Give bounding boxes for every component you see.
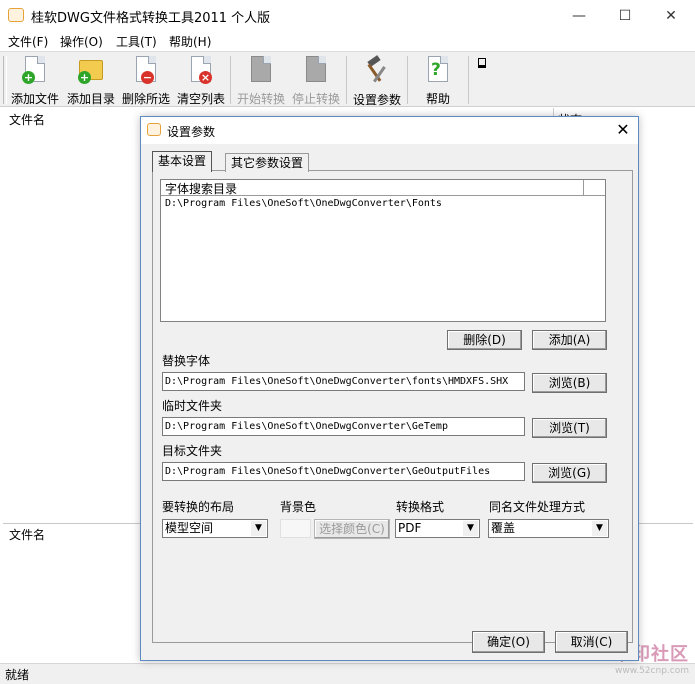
- stop-convert-icon: [302, 55, 330, 84]
- background-swatch: [280, 519, 311, 538]
- menu-operate[interactable]: 操作(O): [60, 33, 103, 50]
- delete-file-icon: −: [132, 55, 160, 84]
- status-text: 就绪: [5, 668, 30, 682]
- toolbar-grip: [3, 56, 7, 104]
- toolbar-separator: [468, 56, 469, 104]
- menu-file[interactable]: 文件(F): [8, 33, 48, 50]
- clear-list-button[interactable]: × 清空列表: [175, 55, 227, 107]
- start-convert-icon: [247, 55, 275, 84]
- temp-folder-input[interactable]: D:\Program Files\OneSoft\OneDwgConverter…: [162, 417, 525, 436]
- status-bar: [0, 663, 695, 684]
- tab-other-settings[interactable]: 其它参数设置: [225, 153, 310, 172]
- delete-selected-button[interactable]: − 删除所选: [120, 55, 172, 107]
- dialog-close-button[interactable]: ✕: [611, 119, 635, 141]
- target-folder-label: 目标文件夹: [162, 444, 223, 458]
- maximize-button[interactable]: ☐: [602, 0, 648, 31]
- ok-button[interactable]: 确定(O): [472, 631, 545, 653]
- cancel-button[interactable]: 取消(C): [555, 631, 628, 653]
- column-filename[interactable]: 文件名: [9, 111, 45, 128]
- window-title: 桂软DWG文件格式转换工具2011 个人版: [31, 11, 271, 26]
- add-folder-button[interactable]: + 添加目录: [65, 55, 117, 107]
- chevron-down-icon: ▼: [251, 521, 266, 536]
- settings-dialog: 设置参数 ✕ 基本设置 其它参数设置 字体搜索目录 D:\Program Fil…: [140, 116, 639, 661]
- format-select[interactable]: PDF ▼: [395, 519, 480, 538]
- start-convert-button[interactable]: 开始转换: [235, 55, 287, 107]
- layout-select[interactable]: 模型空间 ▼: [162, 519, 268, 538]
- tools-hammer-icon: [363, 55, 391, 85]
- browse-font-button[interactable]: 浏览(B): [532, 373, 607, 393]
- same-name-select[interactable]: 覆盖 ▼: [488, 519, 609, 538]
- replace-font-input[interactable]: D:\Program Files\OneSoft\OneDwgConverter…: [162, 372, 525, 391]
- menu-tools[interactable]: 工具(T): [116, 33, 157, 50]
- settings-button[interactable]: 设置参数: [351, 55, 403, 107]
- app-logo-icon: [8, 8, 24, 22]
- help-button[interactable]: ? 帮助: [412, 55, 464, 107]
- delete-dir-button[interactable]: 删除(D): [447, 330, 522, 350]
- add-file-icon: +: [21, 55, 49, 84]
- dialog-title-bar: [141, 117, 638, 144]
- tab-basic-settings[interactable]: 基本设置: [152, 151, 213, 172]
- layout-label: 要转换的布局: [162, 500, 235, 514]
- menu-bar: [0, 31, 695, 51]
- font-dir-item[interactable]: D:\Program Files\OneSoft\OneDwgConverter…: [165, 198, 442, 209]
- close-button[interactable]: ✕: [648, 0, 694, 31]
- help-icon: ?: [424, 55, 452, 84]
- dialog-title: 设置参数: [167, 125, 216, 139]
- log-column-filename[interactable]: 文件名: [9, 526, 45, 543]
- add-dir-button[interactable]: 添加(A): [532, 330, 607, 350]
- chevron-down-icon: ▼: [463, 521, 478, 536]
- add-folder-icon: +: [77, 55, 105, 84]
- background-label: 背景色: [280, 500, 317, 514]
- format-label: 转换格式: [396, 500, 445, 514]
- font-dir-header-label: 字体搜索目录: [165, 182, 238, 196]
- chevron-down-icon: ▼: [592, 521, 607, 536]
- device-icon: [478, 58, 486, 68]
- temp-folder-label: 临时文件夹: [162, 399, 223, 413]
- add-file-button[interactable]: + 添加文件: [9, 55, 61, 107]
- menu-help[interactable]: 帮助(H): [169, 33, 211, 50]
- dialog-logo-icon: [147, 123, 161, 136]
- toolbar-separator: [346, 56, 347, 104]
- replace-font-label: 替换字体: [162, 354, 211, 368]
- target-folder-input[interactable]: D:\Program Files\OneSoft\OneDwgConverter…: [162, 462, 525, 481]
- choose-color-button[interactable]: 选择颜色(C): [314, 519, 390, 539]
- browse-temp-button[interactable]: 浏览(T): [532, 418, 607, 438]
- minimize-button[interactable]: —: [556, 0, 602, 31]
- stop-convert-button[interactable]: 停止转换: [290, 55, 342, 107]
- browse-target-button[interactable]: 浏览(G): [532, 463, 607, 483]
- clear-list-icon: ×: [187, 55, 215, 84]
- toolbar-separator: [230, 56, 231, 104]
- toolbar-separator: [407, 56, 408, 104]
- font-dir-column-extra: [584, 180, 605, 196]
- same-name-label: 同名文件处理方式: [489, 500, 586, 514]
